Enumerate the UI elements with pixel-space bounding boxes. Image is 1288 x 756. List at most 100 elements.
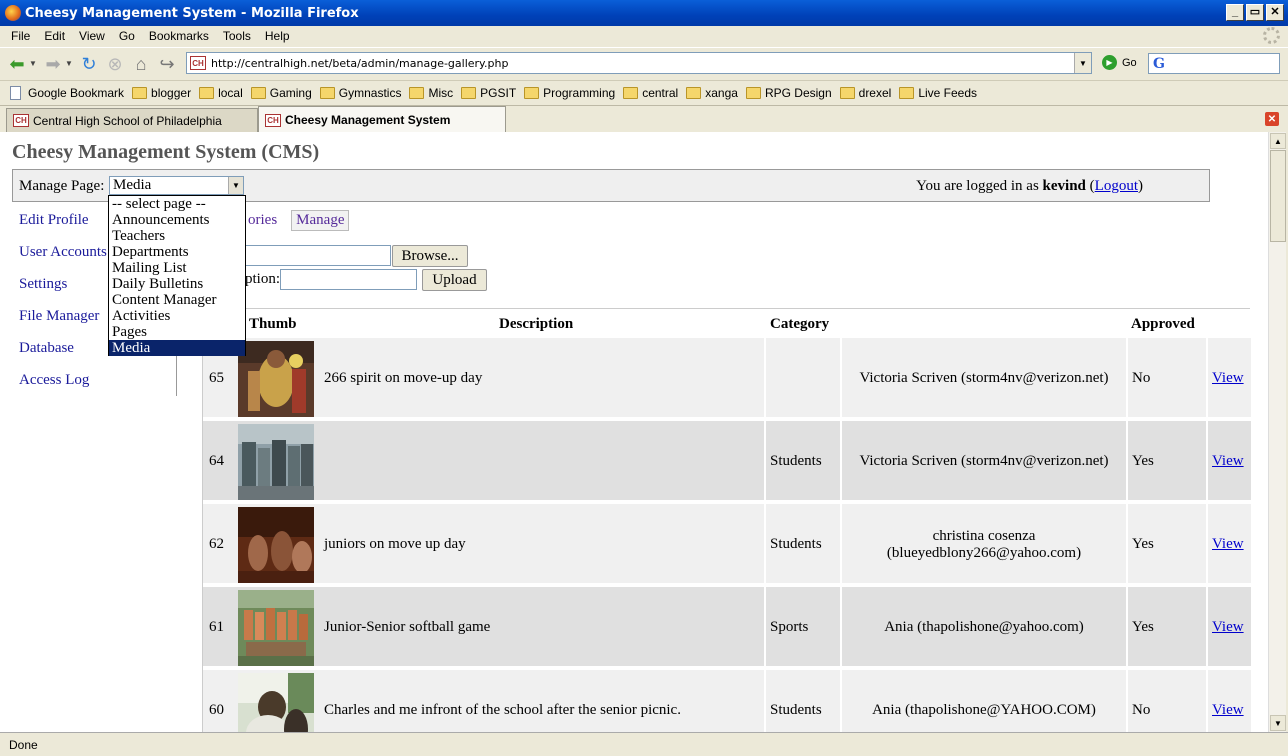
- scroll-up-icon[interactable]: ▲: [1270, 133, 1286, 149]
- sidebar-item-database[interactable]: Database: [19, 340, 74, 357]
- tab-cheesy-management-system[interactable]: CH Cheesy Management System: [258, 106, 506, 133]
- bookmark-folder-xanga[interactable]: xanga: [686, 86, 738, 100]
- view-link[interactable]: View: [1212, 453, 1244, 470]
- window-titlebar: Cheesy Management System - Mozilla Firef…: [0, 0, 1288, 26]
- menu-edit[interactable]: Edit: [37, 29, 72, 43]
- url-history-dropdown-icon[interactable]: ▼: [1074, 53, 1091, 73]
- login-status: You are logged in as kevind (Logout): [916, 178, 1143, 194]
- row-approved: Yes: [1132, 619, 1154, 635]
- bookmark-label: Google Bookmark: [28, 85, 125, 100]
- sidebar-item-user-accounts[interactable]: User Accounts: [19, 244, 107, 261]
- bookmark-folder-gaming[interactable]: Gaming: [250, 86, 312, 100]
- row-id: 61: [209, 619, 224, 635]
- dropdown-option-activities[interactable]: Activities: [109, 308, 245, 324]
- search-input[interactable]: G: [1148, 53, 1280, 74]
- row-id: 64: [209, 453, 224, 469]
- url-text[interactable]: http://centralhigh.net/beta/admin/manage…: [211, 57, 508, 70]
- bookmark-folder-blogger[interactable]: blogger: [132, 86, 191, 100]
- bookmark-label: local: [218, 85, 243, 100]
- dropdown-option-mailing-list[interactable]: Mailing List: [109, 260, 245, 276]
- bookmark-label: central: [642, 85, 679, 100]
- bookmark-folder-programming[interactable]: Programming: [524, 86, 615, 100]
- view-link[interactable]: View: [1212, 370, 1244, 387]
- menu-tools[interactable]: Tools: [216, 29, 258, 43]
- bookmark-google-bookmark[interactable]: Google Bookmark: [10, 85, 125, 100]
- dropdown-option-select-page[interactable]: -- select page --: [109, 196, 245, 212]
- scroll-down-icon[interactable]: ▼: [1270, 715, 1286, 731]
- sidebar-item-file-manager[interactable]: File Manager: [19, 308, 99, 325]
- close-window-button[interactable]: ✕: [1266, 4, 1284, 21]
- page-scrollbar[interactable]: ▲ ▼: [1268, 132, 1286, 732]
- bookmark-folder-gymnastics[interactable]: Gymnastics: [319, 86, 401, 100]
- bookmark-label: blogger: [151, 85, 192, 100]
- table-row: 61 Junior-Senior softball game Sports An…: [203, 585, 1251, 668]
- thumbnail-image[interactable]: [238, 424, 314, 500]
- menu-go[interactable]: Go: [112, 29, 142, 43]
- row-description: Charles and me infront of the school aft…: [324, 702, 681, 718]
- caption-input[interactable]: [280, 269, 417, 290]
- tab-manage[interactable]: Manage: [291, 210, 350, 231]
- back-arrow-icon[interactable]: ⬅: [6, 53, 28, 75]
- folder-icon: [899, 86, 915, 99]
- menu-bookmarks[interactable]: Bookmarks: [142, 29, 216, 43]
- menu-bar: File Edit View Go Bookmarks Tools Help: [0, 26, 1288, 46]
- address-bar[interactable]: CH http://centralhigh.net/beta/admin/man…: [186, 52, 1092, 74]
- go-label: Go: [1122, 56, 1137, 69]
- upload-button[interactable]: Upload: [422, 269, 487, 291]
- new-tab-icon[interactable]: ↪: [156, 53, 178, 75]
- dropdown-option-pages[interactable]: Pages: [109, 324, 245, 340]
- bookmark-folder-pgsit[interactable]: PGSIT: [461, 86, 516, 100]
- view-link[interactable]: View: [1212, 619, 1244, 636]
- close-tab-icon[interactable]: ✕: [1265, 112, 1279, 126]
- menu-help[interactable]: Help: [258, 29, 297, 43]
- maximize-button[interactable]: ▭: [1246, 4, 1264, 21]
- sidebar-item-access-log[interactable]: Access Log: [19, 372, 89, 389]
- bookmark-folder-drexel[interactable]: drexel: [839, 86, 891, 100]
- bookmark-folder-misc[interactable]: Misc: [409, 86, 453, 100]
- dropdown-option-announcements[interactable]: Announcements: [109, 212, 245, 228]
- stop-icon[interactable]: ⊗: [104, 53, 126, 75]
- thumbnail-image[interactable]: [238, 590, 314, 666]
- bookmark-folder-live-feeds[interactable]: Live Feeds: [899, 86, 977, 100]
- thumbnail-image[interactable]: [238, 341, 314, 417]
- reload-icon[interactable]: ↻: [78, 53, 100, 75]
- tab-central-high[interactable]: CH Central High School of Philadelphia: [6, 108, 258, 132]
- home-icon[interactable]: ⌂: [130, 53, 152, 75]
- column-header-category: Category: [770, 316, 830, 332]
- back-history-dropdown-icon[interactable]: ▼: [28, 53, 38, 75]
- dropdown-option-departments[interactable]: Departments: [109, 244, 245, 260]
- table-row: 60 Charles and me infront of the school …: [203, 668, 1251, 732]
- row-id: 62: [209, 536, 224, 552]
- logout-link[interactable]: Logout: [1095, 178, 1138, 194]
- thumbnail-image[interactable]: [238, 673, 314, 732]
- scroll-thumb[interactable]: [1270, 150, 1286, 242]
- manage-page-selected-value: Media: [113, 177, 152, 193]
- bookmark-folder-rpg-design[interactable]: RPG Design: [745, 86, 832, 100]
- go-button[interactable]: ▶ Go: [1102, 55, 1137, 70]
- folder-icon: [686, 86, 702, 99]
- menu-file[interactable]: File: [4, 29, 37, 43]
- dropdown-option-teachers[interactable]: Teachers: [109, 228, 245, 244]
- tab-categories[interactable]: ories: [248, 212, 277, 229]
- bookmark-folder-central[interactable]: central: [623, 86, 678, 100]
- dropdown-option-daily-bulletins[interactable]: Daily Bulletins: [109, 276, 245, 292]
- browse-button[interactable]: Browse...: [392, 245, 468, 267]
- dropdown-option-content-manager[interactable]: Content Manager: [109, 292, 245, 308]
- view-link[interactable]: View: [1212, 702, 1244, 719]
- manage-page-select[interactable]: Media ▼: [109, 176, 244, 195]
- forward-arrow-icon[interactable]: ➡: [42, 53, 64, 75]
- sidebar-item-settings[interactable]: Settings: [19, 276, 67, 293]
- file-path-input[interactable]: [240, 245, 391, 266]
- thumbnail-image[interactable]: [238, 507, 314, 583]
- sidebar-item-edit-profile[interactable]: Edit Profile: [19, 212, 89, 229]
- forward-history-dropdown-icon[interactable]: ▼: [64, 53, 74, 75]
- minimize-button[interactable]: _: [1226, 4, 1244, 21]
- google-search-icon[interactable]: G: [1153, 56, 1165, 72]
- view-link[interactable]: View: [1212, 536, 1244, 553]
- bookmark-folder-local[interactable]: local: [199, 86, 243, 100]
- folder-icon: [132, 86, 148, 99]
- menu-view[interactable]: View: [72, 29, 112, 43]
- dropdown-option-media[interactable]: Media: [109, 340, 245, 356]
- chevron-down-icon[interactable]: ▼: [228, 177, 243, 194]
- row-category: Students: [770, 702, 822, 718]
